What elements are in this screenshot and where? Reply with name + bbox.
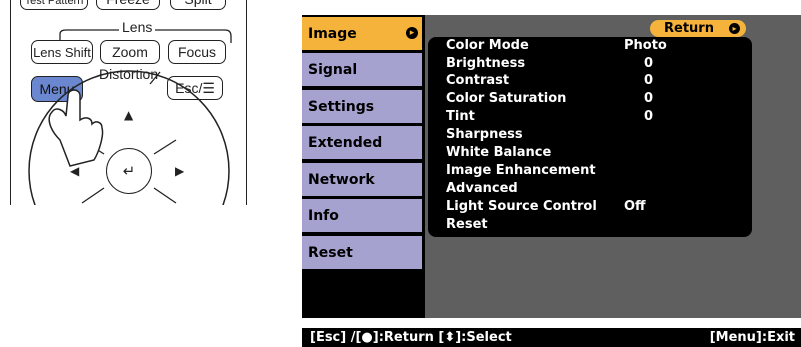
item-label: Reset [446,217,488,232]
item-label: White Balance [446,145,552,160]
menu-sidebar: Image ▸ Signal Settings Extended Network… [302,15,425,318]
return-button[interactable]: Return ▸ [650,20,746,37]
help-navigation-text: [Esc] /[●]:Return [⬍]:Select [310,330,512,345]
item-label: Image Enhancement [446,163,596,178]
item-label: Light Source Control [446,199,597,214]
menu-item-color-mode[interactable]: Color Mode Photo [434,37,754,55]
item-value: Photo [624,38,667,53]
up-arrow-icon[interactable]: ▲ [124,108,133,122]
tab-label: Network [308,171,375,188]
tab-label: Info [308,207,339,224]
return-label: Return [664,21,714,36]
tab-label: Signal [308,61,358,78]
projector-osd-menu: Image ▸ Signal Settings Extended Network… [302,15,801,318]
menu-item-white-balance[interactable]: White Balance [434,144,754,162]
item-value: 0 [644,73,654,88]
menu-item-image-enhancement[interactable]: Image Enhancement [434,162,754,180]
tab-label: Settings [308,98,375,115]
item-label: Tint [446,109,475,124]
menu-help-bar: [Esc] /[●]:Return [⬍]:Select [Menu]:Exit [302,328,801,347]
item-label: Brightness [446,56,526,71]
menu-item-brightness[interactable]: Brightness 0 [434,55,754,73]
menu-item-contrast[interactable]: Contrast 0 [434,72,754,90]
tab-label: Image [308,25,357,42]
menu-item-light-source-control[interactable]: Light Source Control Off [434,198,754,216]
menu-item-reset[interactable]: Reset [434,216,754,234]
tab-image[interactable]: Image ▸ [302,17,422,50]
item-label: Color Saturation [446,91,567,106]
menu-item-advanced[interactable]: Advanced [434,180,754,198]
tab-info[interactable]: Info [302,199,422,232]
menu-item-color-saturation[interactable]: Color Saturation 0 [434,90,754,108]
left-arrow-icon[interactable]: ◀ [70,164,79,178]
tab-label: Reset [308,244,353,261]
tab-settings[interactable]: Settings [302,90,422,123]
item-value: Off [624,199,646,214]
item-label: Contrast [446,73,510,88]
item-label: Advanced [446,181,518,196]
item-label: Color Mode [446,38,529,53]
tab-network[interactable]: Network [302,163,422,196]
item-value: 0 [644,109,654,124]
right-arrow-icon[interactable]: ▶ [175,164,184,178]
help-exit-text: [Menu]:Exit [709,330,795,345]
enter-icon: ▸ [729,23,740,34]
enter-icon: ▸ [406,27,418,39]
item-label: Sharpness [446,127,523,142]
menu-item-tint[interactable]: Tint 0 [434,108,754,126]
tab-reset[interactable]: Reset [302,236,422,269]
tab-label: Extended [308,134,383,151]
item-value: 0 [644,56,654,71]
enter-icon: ↵ [122,162,136,180]
item-value: 0 [644,91,654,106]
menu-item-sharpness[interactable]: Sharpness [434,126,754,144]
remote-control-illustration: Test Pattern Freeze Split Lens Lens Shif… [0,0,250,205]
tab-signal[interactable]: Signal [302,53,422,86]
tab-extended[interactable]: Extended [302,126,422,159]
enter-button[interactable]: ↵ [106,148,152,194]
